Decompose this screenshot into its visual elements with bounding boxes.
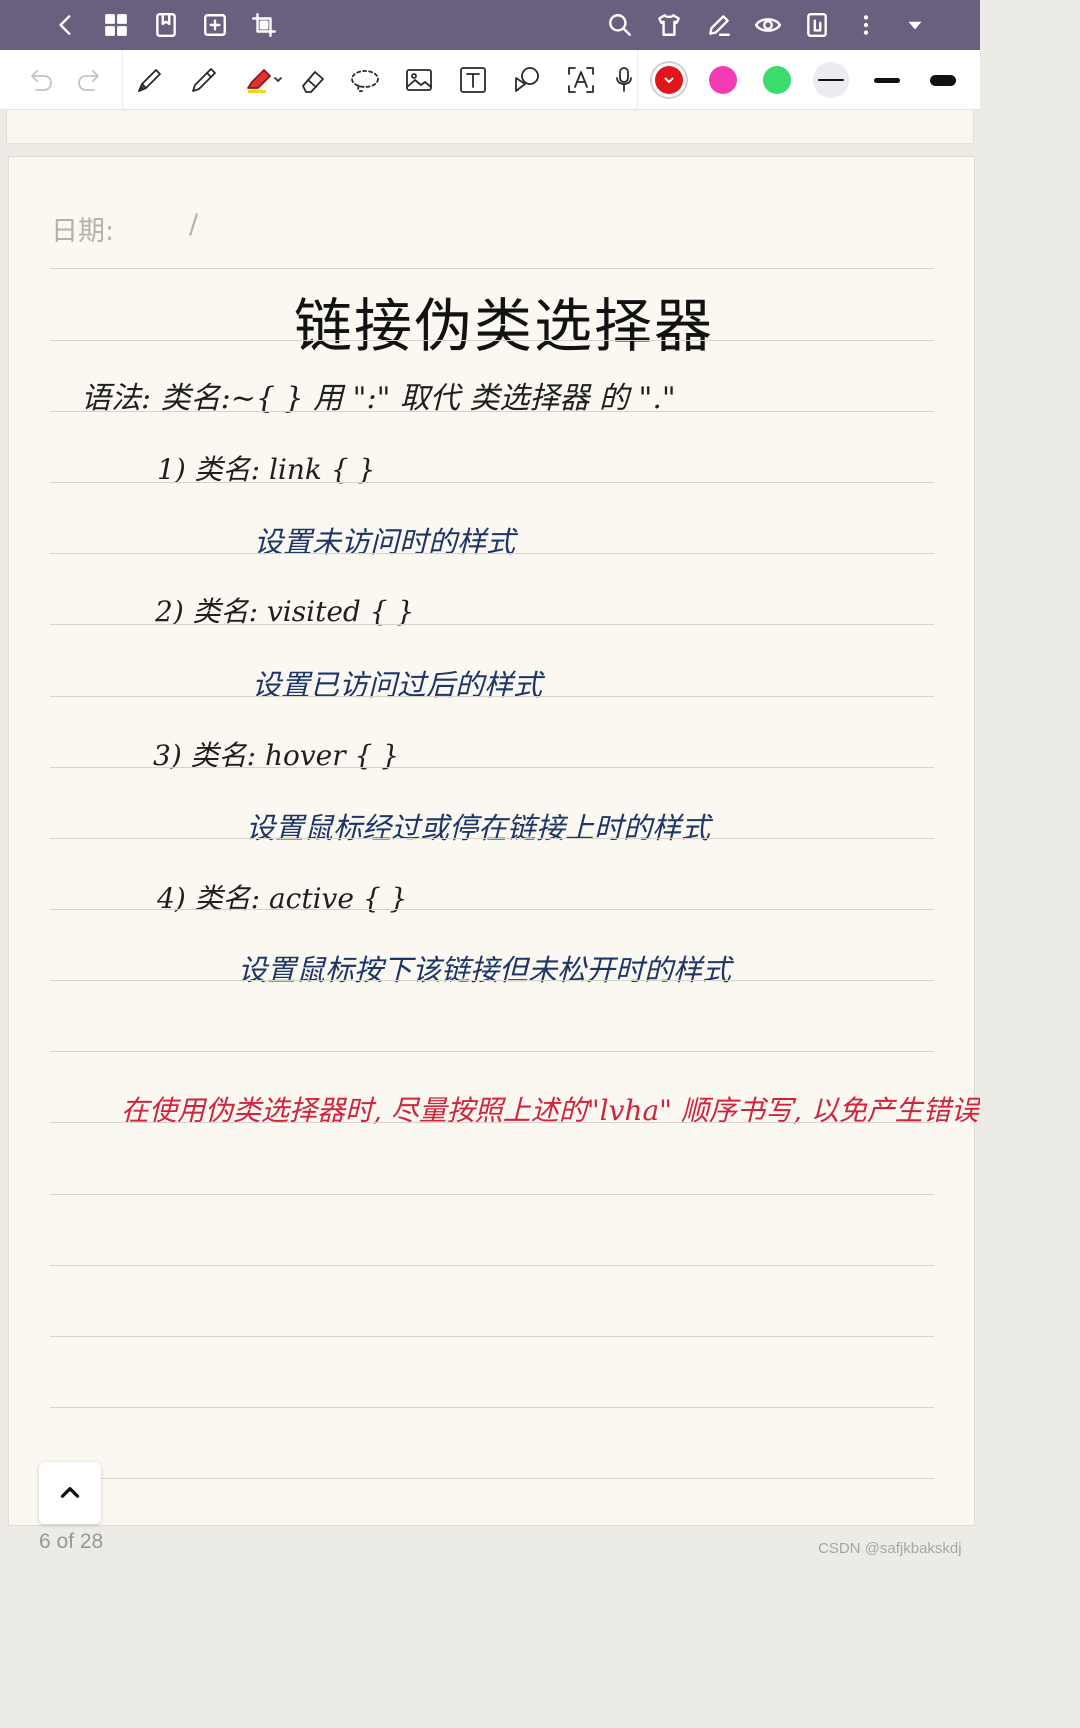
shirt-icon bbox=[658, 14, 680, 36]
read-mode-button[interactable] bbox=[748, 5, 788, 45]
dropdown-triangle-icon bbox=[908, 21, 922, 30]
ballpoint-pen-tool[interactable] bbox=[183, 60, 225, 100]
ruled-line bbox=[50, 980, 934, 981]
layout-button[interactable] bbox=[797, 5, 837, 45]
toolbar-divider bbox=[637, 50, 638, 110]
ruled-line bbox=[50, 482, 934, 483]
fountain-pen-tool[interactable] bbox=[129, 60, 171, 100]
date-separator: / bbox=[189, 209, 199, 240]
ruled-line bbox=[50, 767, 934, 768]
grid-icon bbox=[105, 14, 127, 36]
back-button[interactable] bbox=[46, 5, 86, 45]
highlighter-icon bbox=[247, 69, 282, 93]
undo-button[interactable] bbox=[19, 60, 61, 100]
layout-icon bbox=[807, 12, 827, 38]
ruled-line bbox=[50, 340, 934, 341]
ruled-line bbox=[50, 268, 934, 269]
ruled-line bbox=[50, 1407, 934, 1408]
color-swatch-green[interactable] bbox=[763, 66, 791, 94]
page-title: 链接伪类选择器 bbox=[293, 292, 714, 360]
undo-icon bbox=[31, 70, 52, 91]
bookmark-button[interactable] bbox=[146, 5, 186, 45]
more-options-button[interactable] bbox=[846, 5, 886, 45]
image-icon bbox=[406, 69, 432, 91]
ballpoint-pen-icon bbox=[192, 68, 216, 92]
page-counter: 6 of 28 bbox=[39, 1530, 104, 1553]
chevron-up-icon bbox=[60, 1487, 80, 1498]
redo-icon bbox=[78, 70, 99, 91]
toolbar-divider bbox=[122, 50, 123, 110]
more-vertical-icon bbox=[863, 15, 869, 35]
ruled-line bbox=[50, 838, 934, 839]
fountain-pen-icon bbox=[138, 69, 161, 92]
pen-edit-icon bbox=[709, 15, 730, 36]
ruled-line bbox=[50, 1336, 934, 1337]
date-label: 日期: bbox=[51, 216, 115, 247]
description-visited: 设置已访问过后的样式 bbox=[252, 668, 543, 702]
ruled-line bbox=[50, 411, 934, 412]
thin-stroke-sample bbox=[818, 79, 844, 81]
text-recognition-icon bbox=[568, 67, 594, 93]
eraser-tool[interactable] bbox=[292, 60, 334, 100]
chevron-down-icon bbox=[664, 77, 674, 84]
ruled-line bbox=[50, 696, 934, 697]
edit-mode-button[interactable] bbox=[699, 5, 739, 45]
add-page-icon bbox=[204, 14, 226, 36]
text-box-tool[interactable] bbox=[452, 60, 494, 100]
text-box-icon bbox=[460, 67, 486, 93]
collapse-toolbar-button[interactable] bbox=[895, 5, 935, 45]
description-link: 设置未访问时的样式 bbox=[254, 525, 516, 559]
thickness-thin-option[interactable] bbox=[813, 62, 849, 98]
drawing-toolbar bbox=[0, 50, 980, 110]
ruled-line bbox=[50, 1194, 934, 1195]
top-navigation-bar bbox=[0, 0, 980, 50]
notes-app: 日期: / 链接伪类选择器 语法: 类名:~{ } 用 ":" 取代 类选择器 … bbox=[0, 0, 980, 1568]
add-page-button[interactable] bbox=[195, 5, 235, 45]
eye-icon bbox=[755, 18, 781, 32]
redo-button[interactable] bbox=[69, 60, 111, 100]
ruled-line bbox=[50, 1051, 934, 1052]
lasso-tool[interactable] bbox=[344, 60, 386, 100]
highlighter-tool[interactable] bbox=[238, 60, 290, 100]
crop-icon bbox=[251, 12, 277, 38]
selector-hover: 3) 类名: hover { } bbox=[153, 739, 400, 772]
medium-stroke-sample bbox=[874, 77, 900, 83]
eraser-icon bbox=[302, 71, 324, 93]
crop-button[interactable] bbox=[244, 5, 284, 45]
ruled-line bbox=[50, 1122, 934, 1123]
description-hover: 设置鼠标经过或停在链接上时的样式 bbox=[246, 811, 711, 845]
order-note: 在使用伪类选择器时, 尽量按照上述的"lvha" 顺序书写, 以免产生错误 bbox=[121, 1094, 979, 1127]
text-recognition-tool[interactable] bbox=[560, 60, 602, 100]
shape-icon bbox=[515, 67, 539, 92]
template-button[interactable] bbox=[649, 5, 689, 45]
ruled-line bbox=[50, 1478, 934, 1479]
shape-tool[interactable] bbox=[506, 60, 548, 100]
previous-page-edge bbox=[6, 110, 974, 144]
ruled-line bbox=[50, 553, 934, 554]
image-tool[interactable] bbox=[398, 60, 440, 100]
microphone-icon bbox=[616, 67, 632, 92]
search-icon bbox=[609, 14, 631, 36]
lasso-icon bbox=[351, 70, 379, 93]
bookmark-icon bbox=[156, 12, 176, 38]
ruled-line bbox=[50, 1265, 934, 1266]
back-icon bbox=[59, 15, 71, 35]
selector-active: 4) 类名: active { } bbox=[157, 882, 408, 915]
ruled-line bbox=[50, 909, 934, 910]
notebook-page[interactable]: 日期: / 链接伪类选择器 语法: 类名:~{ } 用 ":" 取代 类选择器 … bbox=[8, 156, 979, 1526]
color-swatch-pink[interactable] bbox=[709, 66, 737, 94]
voice-record-tool[interactable] bbox=[612, 60, 636, 100]
watermark: CSDN @safjkbakskdj bbox=[818, 1540, 962, 1557]
thick-stroke-sample bbox=[930, 74, 956, 86]
page-grid-button[interactable] bbox=[96, 5, 136, 45]
description-active: 设置鼠标按下该链接但未松开时的样式 bbox=[238, 953, 732, 987]
color-swatch-red[interactable] bbox=[655, 66, 683, 94]
search-button[interactable] bbox=[600, 5, 640, 45]
ruled-line bbox=[50, 624, 934, 625]
thickness-medium-option[interactable] bbox=[869, 64, 905, 96]
thickness-thick-option[interactable] bbox=[925, 64, 961, 96]
scroll-to-top-button[interactable] bbox=[39, 1462, 101, 1524]
